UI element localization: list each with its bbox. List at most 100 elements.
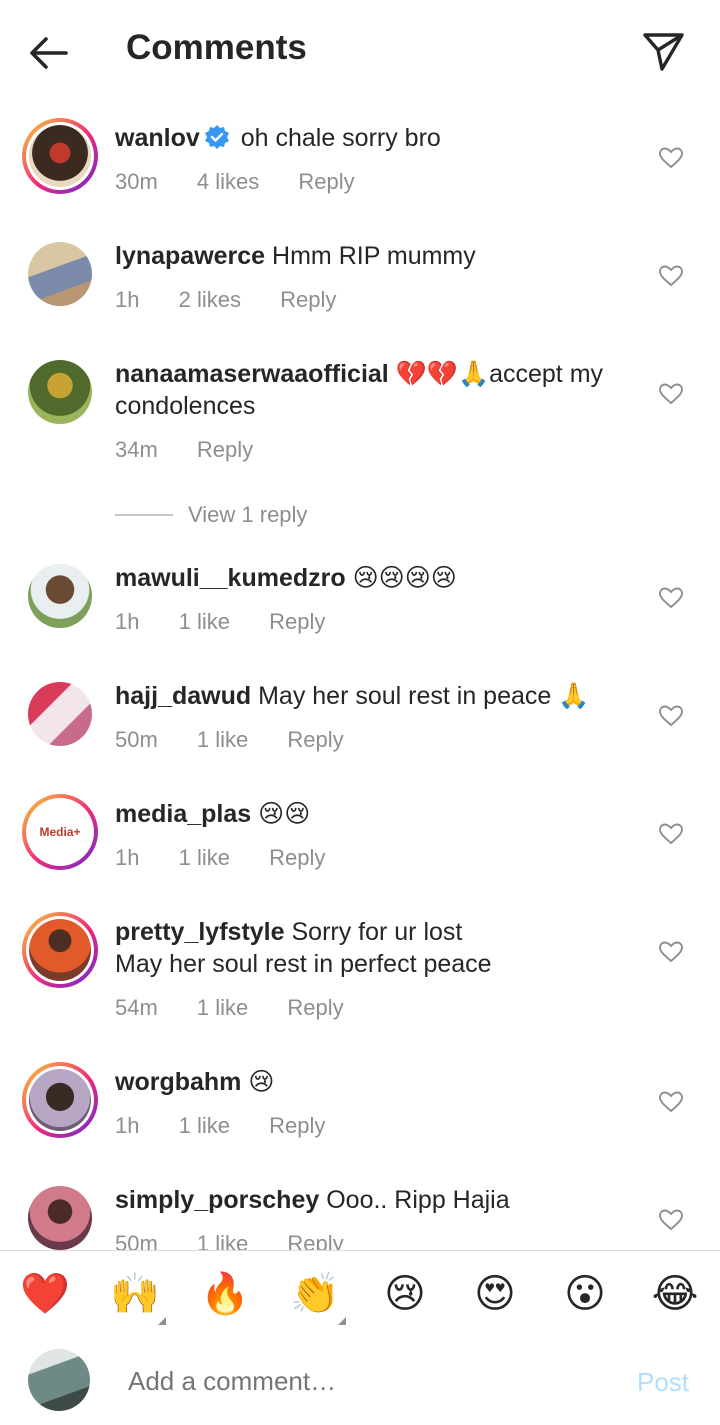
comment-meta: 1h 2 likes Reply xyxy=(115,287,369,313)
comment-time: 1h xyxy=(115,845,140,870)
skin-tone-indicator-icon xyxy=(338,1317,346,1325)
comment-meta: 1h 1 like Reply xyxy=(115,1113,358,1139)
comment-username[interactable]: worgbahm xyxy=(115,1068,241,1096)
comment-likes[interactable]: 1 like xyxy=(197,727,248,752)
comment-username[interactable]: simply_porschey xyxy=(115,1186,319,1214)
post-button[interactable]: Post xyxy=(637,1367,689,1398)
view-replies-label: View 1 reply xyxy=(188,502,308,527)
comment-item: pretty_lyfstyle Sorry for ur lost May he… xyxy=(0,912,720,1052)
comment-item: simply_porschey Ooo.. Ripp Hajia 50m 1 l… xyxy=(0,1180,720,1250)
avatar[interactable] xyxy=(22,236,98,312)
heart-icon[interactable] xyxy=(658,585,684,611)
comment-body: Sorry for ur lost xyxy=(291,918,463,946)
view-replies-button[interactable]: View 1 reply xyxy=(115,502,415,532)
avatar-logo: Media+ xyxy=(39,825,81,839)
joy-face-emoji-button[interactable]: 😂 xyxy=(650,1269,700,1319)
avatar[interactable] xyxy=(22,558,98,634)
comment-text: media_plas 😢😢 xyxy=(115,798,635,830)
comment-text: mawuli__kumedzro 😢😢😢😢 xyxy=(115,562,635,594)
comment-emoji: 🙏 xyxy=(558,681,590,710)
comment-username[interactable]: pretty_lyfstyle xyxy=(115,918,285,946)
reply-button[interactable]: Reply xyxy=(287,1231,343,1250)
comment-body-line2: May her soul rest in perfect peace xyxy=(115,950,492,978)
comment-item: mawuli__kumedzro 😢😢😢😢 1h 1 like Reply xyxy=(0,558,720,658)
reply-button[interactable]: Reply xyxy=(197,437,253,462)
comment-username[interactable]: hajj_dawud xyxy=(115,682,251,710)
comment-text: wanlov oh chale sorry bro xyxy=(115,122,635,154)
comment-body: May her soul rest in peace xyxy=(258,682,552,710)
comment-meta: 54m 1 like Reply xyxy=(115,995,377,1021)
comment-time: 50m xyxy=(115,727,158,752)
avatar[interactable] xyxy=(22,354,98,430)
reply-button[interactable]: Reply xyxy=(298,169,354,194)
red-heart-emoji-button[interactable]: ❤️ xyxy=(20,1269,70,1319)
verified-badge-icon xyxy=(204,124,230,150)
comment-meta: 50m 1 like Reply xyxy=(115,727,377,753)
comment-list[interactable]: wanlov oh chale sorry bro 30m 4 likes Re… xyxy=(0,100,720,1250)
comment-username[interactable]: nanaamaserwaaofficial xyxy=(115,360,389,388)
comment-meta: 50m 1 like Reply xyxy=(115,1231,377,1250)
surprised-face-emoji-button[interactable]: 😮 xyxy=(560,1269,610,1319)
comment-time: 30m xyxy=(115,169,158,194)
comment-emoji: 😢 xyxy=(248,1067,275,1096)
comment-time: 34m xyxy=(115,437,158,462)
avatar[interactable] xyxy=(22,676,98,752)
comment-item: worgbahm 😢 1h 1 like Reply xyxy=(0,1062,720,1162)
comment-username[interactable]: mawuli__kumedzro xyxy=(115,564,346,592)
heart-icon[interactable] xyxy=(658,821,684,847)
avatar[interactable] xyxy=(22,118,98,194)
reply-button[interactable]: Reply xyxy=(280,287,336,312)
reply-button[interactable]: Reply xyxy=(287,727,343,752)
comment-text: worgbahm 😢 xyxy=(115,1066,635,1098)
comment-time: 1h xyxy=(115,1113,140,1138)
heart-icon[interactable] xyxy=(658,263,684,289)
comment-text: pretty_lyfstyle Sorry for ur lost May he… xyxy=(115,916,635,980)
send-icon[interactable] xyxy=(640,27,688,75)
comment-meta: 34m Reply xyxy=(115,437,286,463)
comment-likes[interactable]: 4 likes xyxy=(197,169,259,194)
comment-likes[interactable]: 2 likes xyxy=(179,287,241,312)
comment-text: hajj_dawud May her soul rest in peace 🙏 xyxy=(115,680,635,712)
comment-item: hajj_dawud May her soul rest in peace 🙏 … xyxy=(0,676,720,776)
comment-likes[interactable]: 1 like xyxy=(179,845,230,870)
heart-icon[interactable] xyxy=(658,145,684,171)
avatar[interactable]: Media+ xyxy=(22,794,98,870)
comment-item: nanaamaserwaaofficial 💔💔🙏accept my condo… xyxy=(0,354,720,494)
avatar[interactable] xyxy=(22,1180,98,1250)
add-comment-input[interactable] xyxy=(126,1365,610,1398)
reply-button[interactable]: Reply xyxy=(269,609,325,634)
quick-reactions-bar: ❤️ 🙌 🔥 👏 😢 😍 😮 😂 xyxy=(0,1250,720,1338)
heart-icon[interactable] xyxy=(658,1207,684,1233)
comment-text: nanaamaserwaaofficial 💔💔🙏accept my condo… xyxy=(115,358,635,422)
comment-text: lynapawerce Hmm RIP mummy xyxy=(115,240,635,272)
comment-meta: 1h 1 like Reply xyxy=(115,609,358,635)
heart-icon[interactable] xyxy=(658,939,684,965)
comment-likes[interactable]: 1 like xyxy=(179,609,230,634)
comment-meta: 30m 4 likes Reply xyxy=(115,169,388,195)
reply-button[interactable]: Reply xyxy=(269,1113,325,1138)
heart-icon[interactable] xyxy=(658,1089,684,1115)
crying-face-emoji-button[interactable]: 😢 xyxy=(380,1269,430,1319)
current-user-avatar xyxy=(28,1349,90,1411)
heart-icon[interactable] xyxy=(658,381,684,407)
back-arrow-icon[interactable] xyxy=(26,30,72,76)
comment-username[interactable]: wanlov xyxy=(115,124,200,152)
comment-username[interactable]: media_plas xyxy=(115,800,251,828)
reply-button[interactable]: Reply xyxy=(287,995,343,1020)
reply-button[interactable]: Reply xyxy=(269,845,325,870)
comment-likes[interactable]: 1 like xyxy=(197,1231,248,1250)
raising-hands-emoji-button[interactable]: 🙌 xyxy=(110,1269,160,1319)
comment-likes[interactable]: 1 like xyxy=(179,1113,230,1138)
heart-eyes-emoji-button[interactable]: 😍 xyxy=(470,1269,520,1319)
comment-likes[interactable]: 1 like xyxy=(197,995,248,1020)
skin-tone-indicator-icon xyxy=(158,1317,166,1325)
comment-username[interactable]: lynapawerce xyxy=(115,242,265,270)
heart-icon[interactable] xyxy=(658,703,684,729)
avatar[interactable] xyxy=(22,1062,98,1138)
comment-body: Ooo.. Ripp Hajia xyxy=(326,1186,510,1214)
divider xyxy=(115,514,173,516)
comment-composer: Post xyxy=(0,1337,720,1425)
clapping-hands-emoji-button[interactable]: 👏 xyxy=(290,1269,340,1319)
fire-emoji-button[interactable]: 🔥 xyxy=(200,1269,250,1319)
avatar[interactable] xyxy=(22,912,98,988)
